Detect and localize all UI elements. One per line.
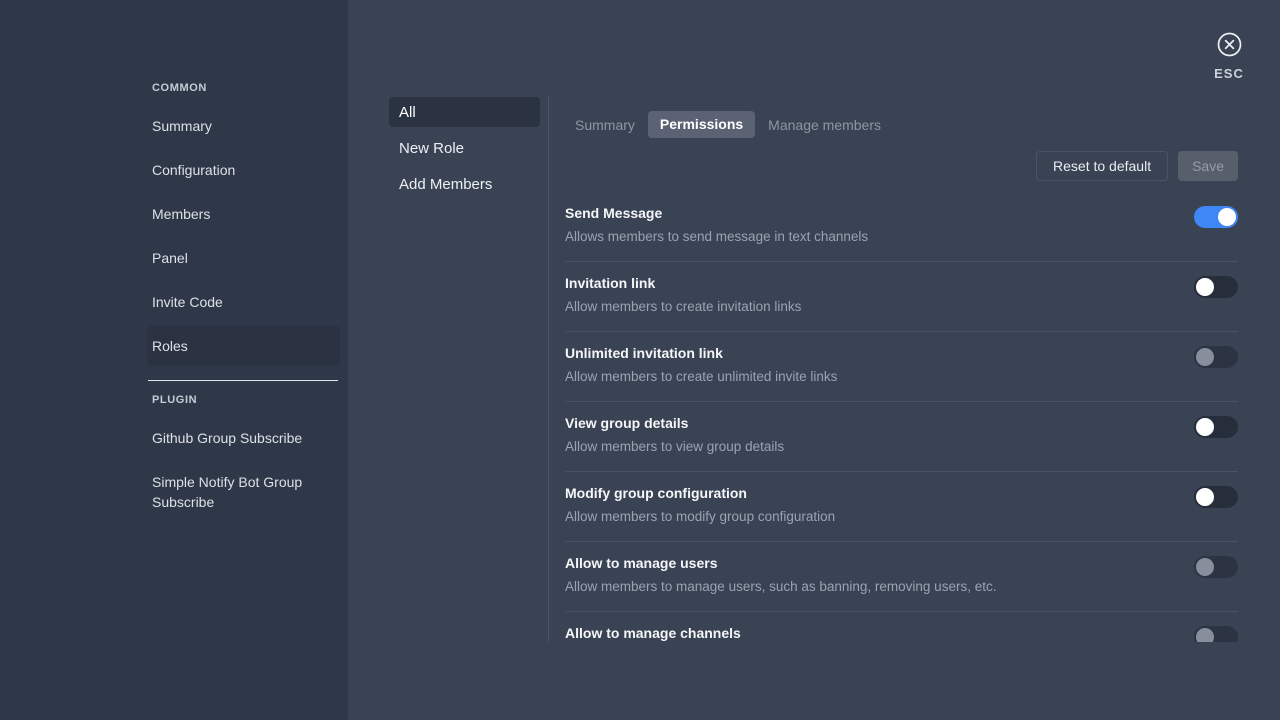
- permission-title: Unlimited invitation link: [565, 344, 1238, 363]
- sidebar-item-members[interactable]: Members: [147, 194, 340, 234]
- toggle-modify-group-configuration[interactable]: [1194, 486, 1238, 508]
- sidebar-divider: [148, 380, 338, 381]
- sidebar-item-panel[interactable]: Panel: [147, 238, 340, 278]
- permission-title: Send Message: [565, 204, 1238, 223]
- sidebar-item-configuration[interactable]: Configuration: [147, 150, 340, 190]
- toggle-knob: [1196, 418, 1214, 436]
- sidebar-section-common-label: COMMON: [147, 80, 340, 96]
- save-button[interactable]: Save: [1178, 151, 1238, 181]
- action-buttons: Reset to default Save: [1036, 151, 1238, 181]
- permission-description: Allow members to view group details: [565, 437, 1238, 457]
- permission-row-view-group-details: View group details Allow members to view…: [565, 402, 1238, 472]
- permissions-list: Send Message Allows members to send mess…: [565, 192, 1238, 642]
- permission-row-invitation-link: Invitation link Allow members to create …: [565, 262, 1238, 332]
- settings-sidebar: COMMON Summary Configuration Members Pan…: [0, 0, 348, 720]
- sidebar-item-simple-notify-bot-group-subscribe[interactable]: Simple Notify Bot Group Subscribe: [147, 462, 340, 512]
- permission-title: Allow to manage users: [565, 554, 1238, 573]
- tab-manage-members[interactable]: Manage members: [768, 117, 881, 133]
- sidebar-nav: COMMON Summary Configuration Members Pan…: [147, 80, 340, 516]
- permission-description: Allow members to create unlimited invite…: [565, 367, 1238, 387]
- vertical-divider: [548, 95, 549, 642]
- role-item-new-role[interactable]: New Role: [389, 130, 540, 166]
- toggle-knob: [1196, 628, 1214, 642]
- permission-description: Allow members to modify group configurat…: [565, 507, 1238, 527]
- role-list: All New Role Add Members: [389, 97, 540, 202]
- permission-title: Invitation link: [565, 274, 1238, 293]
- role-item-all[interactable]: All: [389, 97, 540, 127]
- permission-row-modify-group-configuration: Modify group configuration Allow members…: [565, 472, 1238, 542]
- reset-to-default-button[interactable]: Reset to default: [1036, 151, 1168, 181]
- permission-title: Allow to manage channels: [565, 624, 1238, 642]
- role-tabs: Summary Permissions Manage members: [575, 111, 881, 138]
- sidebar-item-summary[interactable]: Summary: [147, 106, 340, 146]
- toggle-invitation-link[interactable]: [1194, 276, 1238, 298]
- permission-description: Allows members to send message in text c…: [565, 227, 1238, 247]
- permission-row-allow-to-manage-users: Allow to manage users Allow members to m…: [565, 542, 1238, 612]
- role-item-add-members[interactable]: Add Members: [389, 166, 540, 202]
- toggle-allow-to-manage-channels: [1194, 626, 1238, 642]
- sidebar-item-roles[interactable]: Roles: [147, 326, 340, 366]
- tab-permissions[interactable]: Permissions: [648, 111, 755, 138]
- toggle-knob: [1196, 278, 1214, 296]
- toggle-knob: [1218, 208, 1236, 226]
- toggle-allow-to-manage-users: [1194, 556, 1238, 578]
- toggle-unlimited-invitation-link: [1194, 346, 1238, 368]
- permission-row-unlimited-invitation-link: Unlimited invitation link Allow members …: [565, 332, 1238, 402]
- role-detail-panel: Summary Permissions Manage members Reset…: [565, 0, 1238, 642]
- toggle-view-group-details[interactable]: [1194, 416, 1238, 438]
- permission-description: Allow members to create invitation links: [565, 297, 1238, 317]
- permission-row-allow-to-manage-channels: Allow to manage channels: [565, 612, 1238, 642]
- permission-title: Modify group configuration: [565, 484, 1238, 503]
- sidebar-item-invite-code[interactable]: Invite Code: [147, 282, 340, 322]
- permission-title: View group details: [565, 414, 1238, 433]
- tab-summary[interactable]: Summary: [575, 117, 635, 133]
- toggle-knob: [1196, 558, 1214, 576]
- sidebar-section-plugin-label: PLUGIN: [147, 392, 340, 408]
- permission-description: Allow members to manage users, such as b…: [565, 577, 1238, 597]
- toggle-knob: [1196, 348, 1214, 366]
- toggle-send-message[interactable]: [1194, 206, 1238, 228]
- sidebar-item-github-group-subscribe[interactable]: Github Group Subscribe: [147, 418, 340, 458]
- permission-row-send-message: Send Message Allows members to send mess…: [565, 192, 1238, 262]
- toggle-knob: [1196, 488, 1214, 506]
